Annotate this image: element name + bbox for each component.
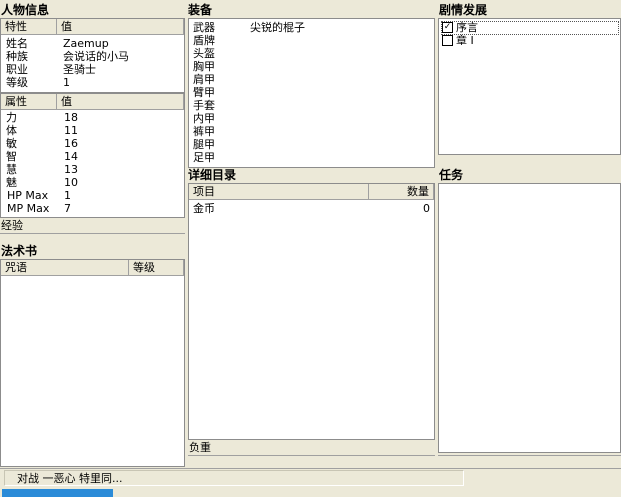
progress-fill	[2, 489, 113, 497]
traits-header-name[interactable]: 特性	[1, 19, 57, 35]
spellbook-header-level[interactable]: 等级	[129, 260, 184, 276]
stat-name: HP Max	[7, 189, 49, 202]
equipment-item: 尖锐的棍子	[250, 21, 305, 34]
stat-name: 慧	[6, 163, 17, 176]
stats-header-name[interactable]: 属性	[1, 94, 57, 110]
equipment-slot: 内甲	[193, 112, 215, 125]
traits-header-value[interactable]: 值	[57, 19, 184, 35]
experience-label: 经验	[1, 219, 23, 232]
stat-name: 智	[6, 150, 17, 163]
equipment-slot: 肩甲	[193, 73, 215, 86]
status-text: 对战 一恶心 特里同...	[4, 470, 464, 486]
stat-name: 体	[6, 124, 17, 137]
stat-value: 7	[64, 202, 71, 215]
stat-name: MP Max	[7, 202, 50, 215]
stat-name: 敏	[6, 137, 17, 150]
stat-value: 1	[64, 189, 71, 202]
stats-header-value[interactable]: 值	[57, 94, 184, 110]
equipment-slot: 盾牌	[193, 34, 215, 47]
stat-value: 13	[64, 163, 78, 176]
trait-name: 职业	[6, 63, 28, 76]
equipment-slot: 腿甲	[193, 138, 215, 151]
equipment-slot: 足甲	[193, 151, 215, 164]
equipment-slot: 胸甲	[193, 60, 215, 73]
inventory-header-qty[interactable]: 数量	[369, 184, 434, 200]
equipment-slot: 头盔	[193, 47, 215, 60]
stat-name: 魅	[6, 176, 17, 189]
plot-item-label: 序言	[456, 21, 478, 34]
weight-label: 负重	[189, 441, 211, 454]
equipment-slot: 臂甲	[193, 86, 215, 99]
stat-value: 11	[64, 124, 78, 137]
inventory-qty: 0	[423, 202, 430, 215]
checked-checkbox-icon[interactable]: ✓	[442, 21, 453, 33]
quests-bar	[438, 455, 621, 467]
equipment-slot: 武器	[193, 21, 215, 34]
spellbook-list[interactable]: 咒语 等级	[0, 259, 185, 467]
trait-value: 圣骑士	[63, 63, 96, 76]
trait-name: 姓名	[6, 37, 28, 50]
plot-list[interactable]: ✓ 序言章 I	[438, 18, 621, 155]
equipment-list[interactable]: 武器 尖锐的棍子盾牌 头盔 胸甲 肩甲 臂甲 手套 内甲 裤甲 腿甲 足甲	[188, 18, 435, 168]
spellbook-header-spell[interactable]: 咒语	[1, 260, 129, 276]
stat-name: 力	[6, 111, 17, 124]
plot-title: 剧情发展	[439, 3, 488, 17]
inventory-list[interactable]: 项目 数量 金币 0	[188, 183, 435, 440]
quests-list[interactable]	[438, 183, 621, 453]
stat-value: 16	[64, 137, 78, 150]
equipment-title: 装备	[188, 3, 213, 17]
stats-list[interactable]: 属性 值 力 18 体 11 敏 16 智 14 慧 13 魅 10 HP Max 1 MP Max 7	[0, 93, 185, 218]
plot-item-label: 章 I	[456, 34, 474, 47]
stat-value: 18	[64, 111, 78, 124]
experience-bar	[0, 233, 185, 243]
trait-name: 等级	[6, 76, 28, 89]
inventory-item: 金币	[193, 202, 215, 215]
checkbox-icon[interactable]	[442, 34, 453, 46]
weight-bar	[188, 455, 435, 467]
quests-title: 任务	[439, 168, 464, 182]
trait-value: 1	[63, 76, 70, 89]
inventory-title: 详细目录	[188, 168, 237, 182]
trait-value: Zaemup	[63, 37, 109, 50]
equipment-slot: 手套	[193, 99, 215, 112]
status-bar: 对战 一恶心 特里同...	[0, 468, 621, 486]
spellbook-title: 法术书	[1, 244, 38, 258]
plot-item[interactable]: 章 I	[442, 34, 618, 47]
plot-item[interactable]: ✓ 序言	[441, 21, 619, 35]
stat-value: 10	[64, 176, 78, 189]
traits-list[interactable]: 特性 值 姓名 Zaemup 种族 会说话的小马职业 圣骑士等级 1	[0, 18, 185, 93]
trait-name: 种族	[6, 50, 28, 63]
stat-value: 14	[64, 150, 78, 163]
equipment-slot: 裤甲	[193, 125, 215, 138]
character-title: 人物信息	[1, 3, 50, 17]
trait-value: 会说话的小马	[63, 50, 129, 63]
inventory-header-item[interactable]: 项目	[189, 184, 369, 200]
progress-track	[0, 487, 621, 497]
